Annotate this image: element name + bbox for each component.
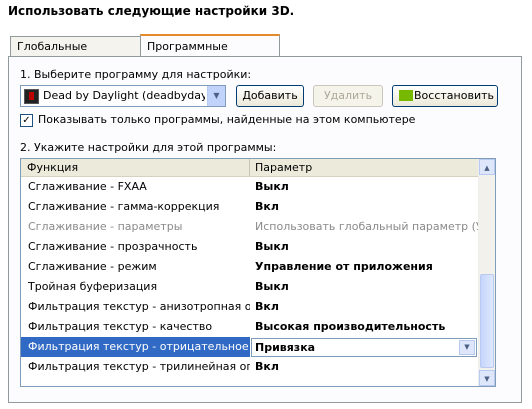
parameter-dropdown[interactable]: Привязка ▼: [251, 338, 477, 357]
game-icon: [24, 89, 39, 104]
table-row[interactable]: Фильтрация текстур - трилинейная опт... …: [21, 357, 478, 377]
parameter-cell: Вкл: [255, 360, 279, 373]
column-header-function[interactable]: Функция: [21, 159, 250, 176]
function-cell: Сглаживание - параметры: [28, 220, 183, 233]
table-row[interactable]: Тройная буферизация Выкл: [21, 277, 478, 297]
function-cell: Тройная буферизация: [28, 280, 158, 293]
parameter-cell: Высокая производительность: [255, 320, 446, 333]
chevron-down-icon[interactable]: ▼: [207, 86, 225, 106]
show-found-programs-label: Показывать только программы, найденные н…: [38, 113, 416, 126]
program-select[interactable]: Dead by Daylight (deadbydayli... ▼: [20, 85, 226, 107]
parameter-cell: Управление от приложения: [255, 260, 433, 273]
table-row[interactable]: Фильтрация текстур - качество Высокая пр…: [21, 317, 478, 337]
parameter-cell: Использовать глобальный параметр (У...: [255, 220, 478, 233]
scroll-up-icon[interactable]: ▲: [479, 159, 495, 175]
add-button[interactable]: Добавить: [236, 85, 304, 107]
function-cell: Сглаживание - FXAA: [28, 180, 147, 193]
parameter-dropdown-value: Привязка: [255, 341, 316, 354]
function-cell: Фильтрация текстур - отрицательное о...: [21, 337, 250, 357]
scrollbar-thumb[interactable]: [480, 274, 494, 368]
parameter-cell: Выкл: [255, 180, 289, 193]
table-row[interactable]: Сглаживание - прозрачность Выкл: [21, 237, 478, 257]
show-found-programs-checkbox[interactable]: ✓: [20, 114, 33, 127]
tab-program-settings[interactable]: Программные настройки: [140, 34, 280, 75]
parameter-cell: Выкл: [255, 280, 289, 293]
step2-label: 2. Укажите настройки для этой программы:: [20, 141, 277, 154]
scroll-down-icon[interactable]: ▼: [479, 370, 495, 386]
table-row[interactable]: Сглаживание - режим Управление от прилож…: [21, 257, 478, 277]
parameter-cell: Вкл: [255, 300, 279, 313]
page-heading: Использовать следующие настройки 3D.: [8, 4, 295, 18]
tab-global-settings[interactable]: Глобальные параметры: [10, 36, 146, 73]
table-row[interactable]: Сглаживание - гамма-коррекция Вкл: [21, 197, 478, 217]
table-row-selected[interactable]: Фильтрация текстур - отрицательное о... …: [21, 337, 478, 357]
function-cell: Сглаживание - прозрачность: [28, 240, 198, 253]
table-row[interactable]: Сглаживание - FXAA Выкл: [21, 177, 478, 197]
function-cell: Фильтрация текстур - качество: [28, 320, 213, 333]
chevron-down-icon[interactable]: ▼: [459, 340, 475, 355]
column-header-parameter[interactable]: Параметр: [250, 159, 478, 176]
parameter-cell: Выкл: [255, 240, 289, 253]
settings-grid: Функция Параметр Сглаживание - FXAA Выкл…: [20, 158, 496, 387]
vertical-scrollbar[interactable]: ▲ ▼: [478, 159, 495, 386]
function-cell: Фильтрация текстур - трилинейная опт...: [28, 360, 250, 373]
restore-button[interactable]: Восстановить: [392, 85, 498, 107]
table-row[interactable]: Сглаживание - параметры Использовать гло…: [21, 217, 478, 237]
function-cell: Сглаживание - гамма-коррекция: [28, 200, 220, 213]
grid-header: Функция Параметр: [21, 159, 478, 177]
remove-button[interactable]: Удалить: [313, 85, 383, 107]
nvidia-icon: [399, 90, 413, 101]
function-cell: Сглаживание - режим: [28, 260, 157, 273]
step1-label: 1. Выберите программу для настройки:: [20, 68, 252, 81]
program-select-value: Dead by Daylight (deadbydayli...: [43, 89, 205, 102]
function-cell: Фильтрация текстур - анизотропная опт...: [28, 300, 250, 313]
table-row[interactable]: Фильтрация текстур - анизотропная опт...…: [21, 297, 478, 317]
parameter-cell: Вкл: [255, 200, 279, 213]
grid-rows: Сглаживание - FXAA Выкл Сглаживание - га…: [21, 177, 478, 377]
